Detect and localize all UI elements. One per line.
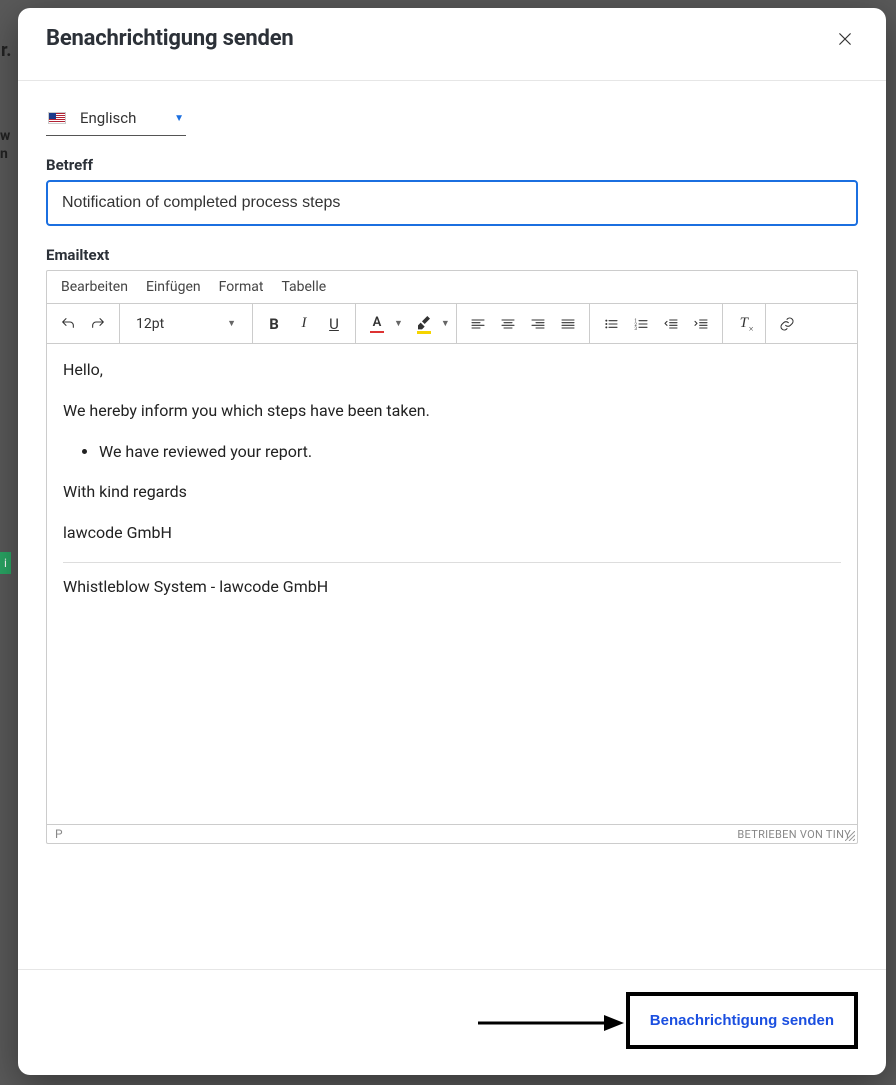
highlight-dropdown[interactable]: ▼: [439, 318, 450, 329]
send-notification-button[interactable]: Benachrichtigung senden: [636, 1002, 848, 1039]
undo-button[interactable]: [53, 309, 83, 339]
chevron-down-icon: ▼: [227, 318, 236, 329]
underline-button[interactable]: U: [319, 309, 349, 339]
send-notification-modal: Benachrichtigung senden Englisch ▼ Betre…: [18, 8, 886, 1075]
editor-statusbar: P BETRIEBEN VON TINY: [47, 824, 857, 843]
language-label: Englisch: [80, 109, 136, 127]
font-size-value: 12pt: [136, 316, 164, 332]
editor-menubar: Bearbeiten Einfügen Format Tabelle: [47, 271, 857, 304]
modal-footer: Benachrichtigung senden: [18, 969, 886, 1075]
modal-header: Benachrichtigung senden: [18, 8, 886, 81]
numbered-list-button[interactable]: 123: [626, 309, 656, 339]
align-center-icon: [500, 316, 516, 332]
bullet-list-button[interactable]: [596, 309, 626, 339]
resize-handle[interactable]: [845, 831, 855, 841]
email-bullet: We have reviewed your report.: [99, 440, 841, 465]
undo-icon: [60, 316, 76, 332]
close-button[interactable]: [832, 26, 858, 52]
link-button[interactable]: [772, 309, 802, 339]
resize-grip-icon: [845, 831, 855, 841]
email-regards: With kind regards: [63, 480, 841, 505]
subject-field-group: Betreff: [46, 156, 858, 226]
close-icon: [836, 30, 854, 48]
svg-text:3: 3: [634, 326, 637, 332]
align-right-button[interactable]: [523, 309, 553, 339]
italic-button[interactable]: I: [289, 309, 319, 339]
menu-insert[interactable]: Einfügen: [146, 279, 201, 295]
editor-toolbar: 12pt ▼ B I U A ▼: [47, 304, 857, 344]
editor-content[interactable]: Hello, We hereby inform you which steps …: [47, 344, 857, 824]
modal-body: Englisch ▼ Betreff Emailtext Bearbeiten …: [18, 81, 886, 969]
bullet-list-icon: [603, 316, 619, 332]
font-size-select[interactable]: 12pt ▼: [126, 309, 246, 339]
editor-path: P: [55, 827, 63, 841]
language-select[interactable]: Englisch ▼: [46, 105, 186, 136]
align-right-icon: [530, 316, 546, 332]
subject-label: Betreff: [46, 156, 858, 174]
arrow-right-icon: [476, 1011, 626, 1035]
email-intro: We hereby inform you which steps have be…: [63, 399, 841, 424]
send-button-highlight-frame: Benachrichtigung senden: [626, 992, 858, 1049]
richtext-editor: Bearbeiten Einfügen Format Tabelle: [46, 270, 858, 844]
emailtext-field-group: Emailtext Bearbeiten Einfügen Format Tab…: [46, 246, 858, 844]
indent-icon: [693, 316, 709, 332]
email-company: lawcode GmbH: [63, 521, 841, 546]
link-icon: [779, 316, 795, 332]
outdent-icon: [663, 316, 679, 332]
highlight-color-swatch-icon: [417, 331, 431, 334]
text-color-swatch-icon: [370, 331, 384, 333]
text-color-dropdown[interactable]: ▼: [392, 318, 403, 329]
modal-title: Benachrichtigung senden: [46, 26, 294, 51]
align-left-icon: [470, 316, 486, 332]
email-footer: Whistleblow System - lawcode GmbH: [63, 575, 841, 600]
email-greeting: Hello,: [63, 358, 841, 383]
text-color-button[interactable]: A: [362, 309, 392, 339]
emailtext-label: Emailtext: [46, 246, 858, 264]
align-center-button[interactable]: [493, 309, 523, 339]
clear-formatting-button[interactable]: T×: [729, 309, 759, 339]
menu-format[interactable]: Format: [219, 279, 264, 295]
highlight-icon: [416, 314, 432, 330]
menu-edit[interactable]: Bearbeiten: [61, 279, 128, 295]
numbered-list-icon: 123: [633, 316, 649, 332]
redo-icon: [90, 316, 106, 332]
indent-button[interactable]: [686, 309, 716, 339]
align-justify-button[interactable]: [553, 309, 583, 339]
editor-powered-by: BETRIEBEN VON TINY: [737, 828, 851, 841]
align-left-button[interactable]: [463, 309, 493, 339]
menu-table[interactable]: Tabelle: [281, 279, 326, 295]
annotation-arrow: [476, 1011, 626, 1035]
align-justify-icon: [560, 316, 576, 332]
subject-input[interactable]: [46, 180, 858, 226]
uk-flag-icon: [48, 112, 66, 124]
chevron-down-icon: ▼: [174, 113, 184, 124]
redo-button[interactable]: [83, 309, 113, 339]
highlight-button[interactable]: [409, 309, 439, 339]
bold-button[interactable]: B: [259, 309, 289, 339]
outdent-button[interactable]: [656, 309, 686, 339]
